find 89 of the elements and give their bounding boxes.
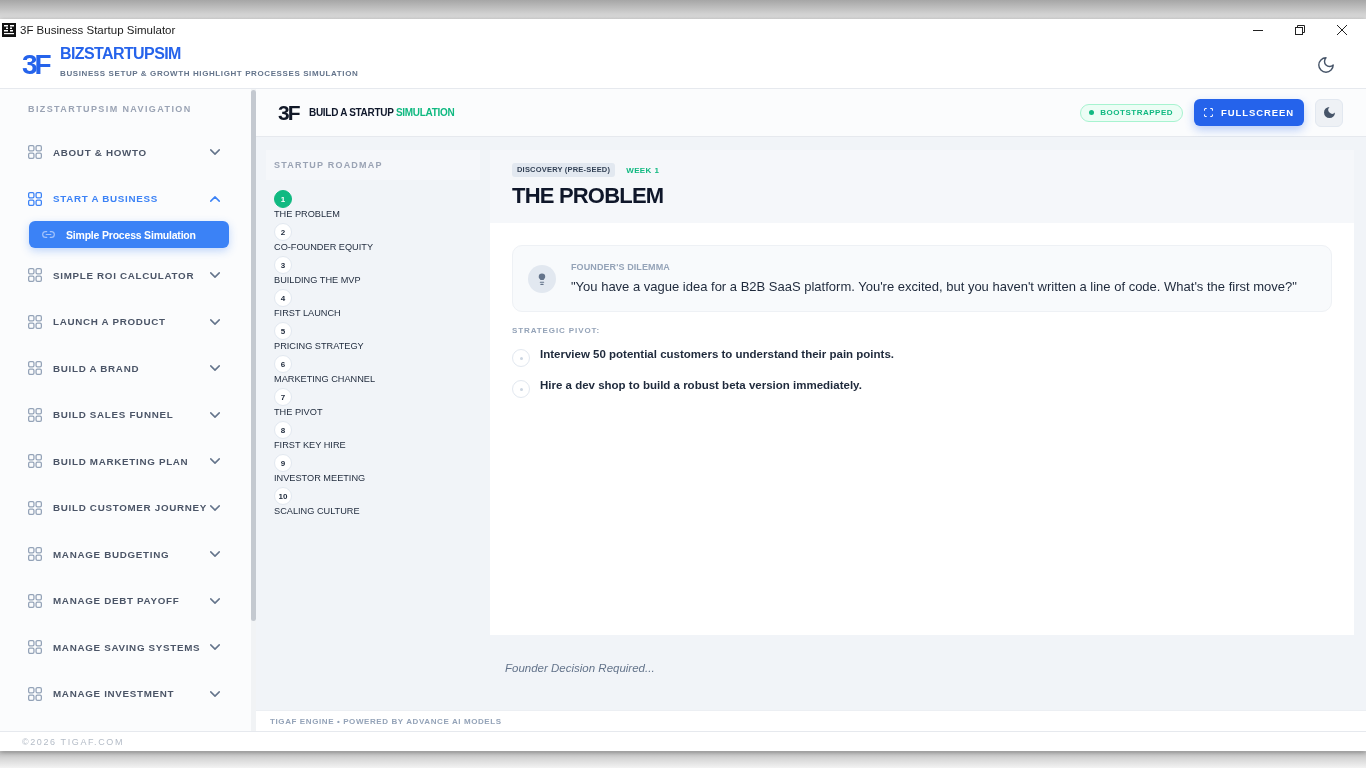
status-text: Founder Decision Required... (505, 661, 655, 674)
restore-icon (1295, 25, 1305, 35)
sidebar-item[interactable]: BUILD MARKETING PLAN (0, 438, 251, 485)
grid-icon (28, 640, 42, 655)
sidebar-item[interactable]: START A BUSINESS (0, 175, 251, 222)
dot-icon (1089, 110, 1095, 115)
step-label[interactable]: PRICING STRATEGY (274, 340, 364, 353)
grid-icon (28, 191, 42, 206)
grid-icon (28, 686, 42, 701)
lightbulb-icon (528, 264, 556, 293)
status-label: BOOTSTRAPPED (1100, 108, 1173, 117)
sidebar-item[interactable]: MANAGE BUDGETING (0, 531, 251, 578)
sidebar-item[interactable]: BUILD A BRAND (0, 345, 251, 392)
step-number[interactable]: 2 (274, 223, 292, 241)
fullscreen-icon (1204, 108, 1214, 117)
grid-icon (28, 407, 42, 422)
copyright-text: ©2026 TIGAF.COM (22, 736, 124, 747)
app-tagline: BUSINESS SETUP & GROWTH HIGHLIGHT PROCESSES SIMULATION (60, 69, 359, 79)
scenario-title: THE PROBLEM (512, 183, 664, 209)
link-icon (42, 231, 55, 238)
option-label[interactable]: Hire a dev shop to build a robust beta version immediately. (540, 378, 862, 392)
radio-button[interactable] (512, 380, 530, 398)
step-number[interactable]: 6 (274, 355, 292, 373)
step-label[interactable]: INVESTOR MEETING (274, 472, 366, 485)
app-logo: 3F (278, 101, 298, 124)
chevron-down-icon (210, 365, 220, 372)
step-label[interactable]: FIRST KEY HIRE (274, 439, 346, 452)
minimize-icon (1253, 29, 1263, 31)
grid-icon (28, 145, 42, 160)
sidebar-subitem[interactable]: Simple Process Simulation (29, 221, 229, 248)
chevron-down-icon (210, 551, 220, 558)
step-label[interactable]: FIRST LAUNCH (274, 307, 341, 320)
sidebar-item[interactable]: MANAGE DEBT PAYOFF (0, 577, 251, 624)
grid-icon (28, 547, 42, 562)
app-name: BIZSTARTUPSIM (60, 45, 181, 63)
grid-icon (28, 361, 42, 376)
step-number[interactable]: 4 (274, 289, 292, 307)
grid-icon (28, 500, 42, 515)
chevron-down-icon (210, 411, 220, 418)
app-logo: 3F (22, 49, 50, 80)
roadmap-heading: STARTUP ROADMAP (266, 150, 480, 180)
chevron-down-icon (210, 597, 220, 604)
grid-icon (28, 593, 42, 608)
step-number[interactable]: 9 (274, 454, 292, 472)
scrollbar-thumb[interactable] (251, 90, 256, 621)
chevron-down-icon (210, 149, 220, 156)
grid-icon (28, 314, 42, 329)
step-number[interactable]: 3 (274, 256, 292, 274)
step-number[interactable]: 5 (274, 322, 292, 340)
sidebar-item[interactable]: MANAGE SAVING SYSTEMS (0, 624, 251, 671)
sidebar-item[interactable]: MANAGE INVESTMENT (0, 670, 251, 717)
sidebar-item[interactable]: BUILD SALES FUNNEL (0, 391, 251, 438)
chevron-down-icon (210, 644, 220, 651)
chevron-up-icon (210, 195, 220, 202)
dilemma-text: "You have a vague idea for a B2B SaaS platform. You're excited, but you haven't written a line of code. What's the first move?" (571, 278, 1297, 296)
moon-icon (1323, 107, 1335, 118)
radio-button[interactable] (512, 349, 530, 367)
chevron-down-icon (210, 458, 220, 465)
options-heading: STRATEGIC PIVOT: (512, 326, 601, 336)
step-number[interactable]: 7 (274, 388, 292, 406)
step-label[interactable]: SCALING CULTURE (274, 505, 360, 518)
chevron-down-icon (210, 690, 220, 697)
moon-icon[interactable] (1318, 56, 1334, 73)
sidebar-item[interactable]: BUILD CUSTOMER JOURNEY (0, 484, 251, 531)
window-title: 3F Business Startup Simulator (20, 24, 176, 36)
step-label[interactable]: MARKETING CHANNEL (274, 373, 376, 386)
step-label[interactable]: CO-FOUNDER EQUITY (274, 241, 374, 254)
step-label[interactable]: THE PIVOT (274, 406, 323, 419)
dilemma-label: FOUNDER'S DILEMMA (571, 261, 670, 273)
step-number[interactable]: 10 (274, 487, 292, 505)
sidebar-item[interactable]: ABOUT & HOWTO (0, 129, 251, 176)
chevron-down-icon (210, 272, 220, 279)
step-number[interactable]: 8 (274, 421, 292, 439)
close-icon (1337, 25, 1347, 35)
grid-icon (28, 454, 42, 469)
step-label[interactable]: THE PROBLEM (274, 208, 340, 221)
chevron-down-icon (210, 318, 220, 325)
sidebar-item[interactable]: SIMPLE ROI CALCULATOR (0, 252, 251, 299)
simulation-title: BUILD A STARTUP SIMULATION (309, 107, 455, 118)
theme-toggle-button[interactable] (1315, 98, 1343, 127)
week-label: WEEK 1 (626, 165, 660, 175)
nav-heading: BIZSTARTUPSIM NAVIGATION (28, 103, 192, 116)
grid-icon (28, 268, 42, 283)
fullscreen-button[interactable]: FULLSCREEN (1194, 99, 1304, 126)
engine-credit: TIGAF ENGINE • POWERED BY ADVANCE AI MODELS (270, 716, 502, 726)
step-label[interactable]: BUILDING THE MVP (274, 274, 361, 287)
chevron-down-icon (210, 504, 220, 511)
option-label[interactable]: Interview 50 potential customers to understand their pain points. (540, 347, 894, 361)
sidebar-item[interactable]: LAUNCH A PRODUCT (0, 298, 251, 345)
